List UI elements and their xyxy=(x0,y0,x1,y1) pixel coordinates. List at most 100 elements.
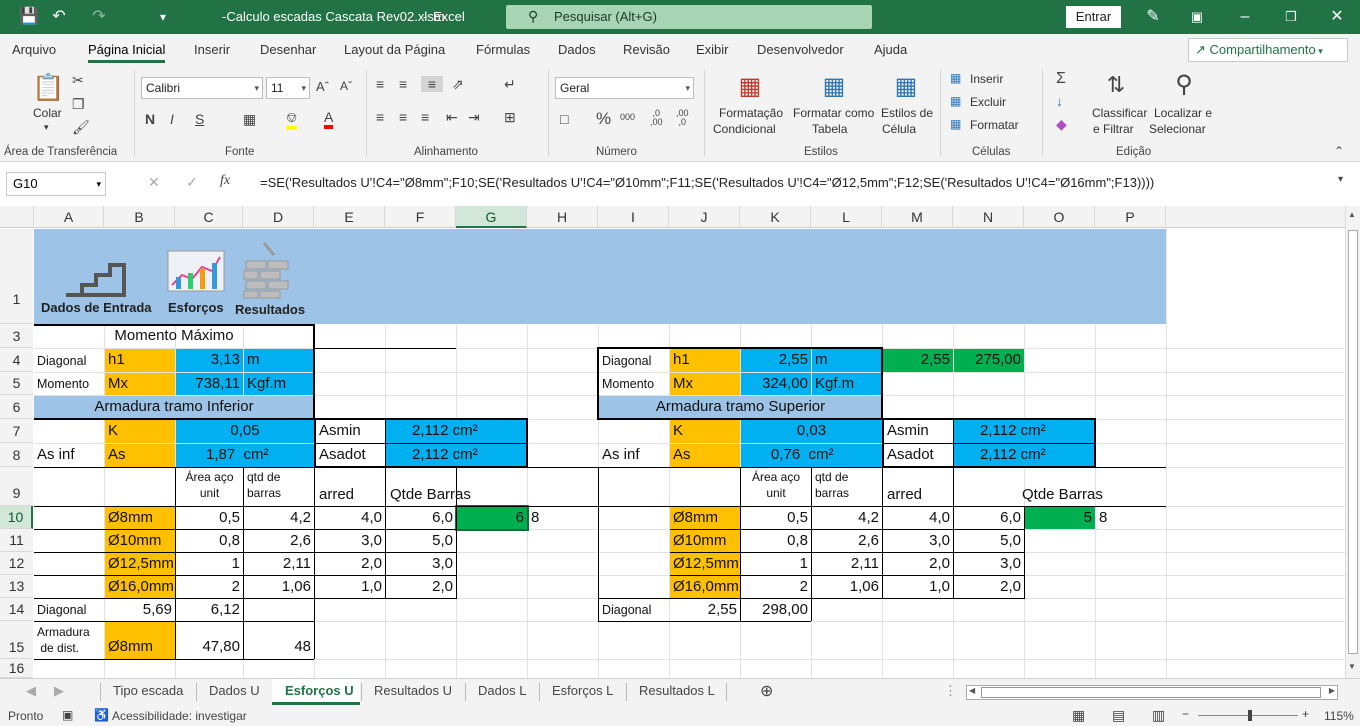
cell-m9[interactable]: arred xyxy=(884,484,953,506)
table-cell-m12[interactable]: 2,0 xyxy=(883,553,953,575)
format-painter-icon[interactable]: 🖌 xyxy=(72,119,90,136)
delete-cells-icon[interactable]: ▦ xyxy=(950,94,961,108)
redo-icon[interactable]: ↷ xyxy=(88,6,110,28)
italic-icon[interactable]: I xyxy=(170,111,174,127)
cell-i8[interactable]: As inf xyxy=(599,444,669,466)
col-header-i[interactable]: I xyxy=(598,206,669,228)
paste-label[interactable]: Colar xyxy=(33,106,62,120)
minimize-icon[interactable]: – xyxy=(1234,6,1256,28)
align-top-icon[interactable]: ≡ xyxy=(376,76,384,92)
table-cell-n11[interactable]: 5,0 xyxy=(954,530,1024,552)
number-format-dropdown[interactable]: Geral ▾ xyxy=(555,77,694,99)
cell-l9[interactable]: qtd de barras xyxy=(812,469,882,501)
close-icon[interactable]: ✕ xyxy=(1326,6,1348,28)
format-table-icon[interactable]: ▦ xyxy=(818,72,850,102)
tab-arquivo[interactable]: Arquivo xyxy=(12,42,56,57)
align-center-icon[interactable]: ≡ xyxy=(399,109,407,125)
stairs-icon[interactable] xyxy=(62,253,130,299)
find-icon[interactable]: ⚲ xyxy=(1168,70,1200,100)
table-cell-f13[interactable]: 2,0 xyxy=(386,576,456,598)
wrap-text-icon[interactable]: ↵ xyxy=(504,76,516,93)
table-cell-m11[interactable]: 3,0 xyxy=(883,530,953,552)
row-header-5[interactable]: 5 xyxy=(0,372,33,395)
table-cell-n13[interactable]: 2,0 xyxy=(954,576,1024,598)
fill-icon[interactable]: ↓ xyxy=(1056,93,1063,109)
insert-cells-button[interactable]: Inserir xyxy=(970,72,1003,86)
increase-font-icon[interactable]: Aˆ xyxy=(316,79,329,94)
table-cell-l12[interactable]: 2,11 xyxy=(812,553,882,575)
accessibility-icon[interactable]: ♿ xyxy=(94,708,109,722)
accessibility-status[interactable]: Acessibilidade: investigar xyxy=(112,709,247,723)
table-cell-d13[interactable]: 1,06 xyxy=(244,576,314,598)
brick-wall-icon[interactable] xyxy=(242,241,292,299)
cell-d15[interactable]: 48 xyxy=(244,622,314,672)
table-cell-d10[interactable]: 4,2 xyxy=(244,507,314,529)
undo-icon[interactable]: ↶ xyxy=(48,6,70,28)
align-middle-icon[interactable]: ≡ xyxy=(399,76,407,92)
table-cell-k12[interactable]: 1 xyxy=(741,553,811,575)
col-header-b[interactable]: B xyxy=(104,206,175,228)
col-header-n[interactable]: N xyxy=(953,206,1024,228)
search-box[interactable]: ⚲ Pesquisar (Alt+G) xyxy=(506,5,872,29)
scroll-right-icon[interactable]: ▶ xyxy=(1329,686,1335,695)
percent-icon[interactable]: % xyxy=(596,109,611,129)
table-cell-b12[interactable]: Ø12,5mm xyxy=(105,553,175,575)
tab-revisao[interactable]: Revisão xyxy=(623,42,670,57)
orientation-icon[interactable]: ⇗ xyxy=(452,76,464,93)
row-header-3[interactable]: 3 xyxy=(0,324,33,348)
next-sheet-icon[interactable]: ▶ xyxy=(54,683,64,699)
cell-c14[interactable]: 6,12 xyxy=(176,599,243,621)
sheet-tab-resultados-l[interactable]: Resultados L xyxy=(639,683,715,698)
tab-desenhar[interactable]: Desenhar xyxy=(260,42,316,57)
row-header-14[interactable]: 14 xyxy=(0,598,33,621)
cell-c7[interactable]: 0,05 xyxy=(176,420,314,443)
decrease-font-icon[interactable]: Aˇ xyxy=(340,79,352,93)
zoom-in-icon[interactable]: + xyxy=(1302,707,1309,721)
page-break-icon[interactable]: ▥ xyxy=(1152,707,1165,724)
table-cell-e13[interactable]: 1,0 xyxy=(315,576,385,598)
table-cell-o10[interactable]: 5 xyxy=(1025,507,1095,529)
table-cell-e12[interactable]: 2,0 xyxy=(315,553,385,575)
increase-decimal-icon[interactable]: ,0,00 xyxy=(650,109,663,127)
col-header-c[interactable]: C xyxy=(175,206,243,228)
align-left-icon[interactable]: ≡ xyxy=(376,109,384,125)
collapse-ribbon-icon[interactable]: ⌃ xyxy=(1334,144,1344,158)
table-cell-d11[interactable]: 2,6 xyxy=(244,530,314,552)
table-cell-j11[interactable]: Ø10mm xyxy=(670,530,740,552)
clear-icon[interactable]: ◆ xyxy=(1056,116,1067,133)
font-name-dropdown[interactable]: Calibri ▾ xyxy=(141,77,263,99)
row-header-16[interactable]: 16 xyxy=(0,659,33,678)
table-cell-e10[interactable]: 4,0 xyxy=(315,507,385,529)
table-cell-m13[interactable]: 1,0 xyxy=(883,576,953,598)
table-cell-c12[interactable]: 1 xyxy=(176,553,243,575)
table-cell-h10[interactable]: 8 xyxy=(528,507,598,529)
decrease-decimal-icon[interactable]: ,00,0 xyxy=(676,109,689,127)
save-icon[interactable]: 💾 xyxy=(18,6,40,28)
scroll-up-icon[interactable]: ▲ xyxy=(1348,210,1356,219)
macro-record-icon[interactable]: ▣ xyxy=(62,708,73,722)
cell-d9[interactable]: qtd de barras xyxy=(244,469,314,501)
chart-icon[interactable] xyxy=(166,249,226,295)
restore-icon[interactable]: ❐ xyxy=(1280,6,1302,28)
table-cell-k11[interactable]: 0,8 xyxy=(741,530,811,552)
col-header-k[interactable]: K xyxy=(740,206,811,228)
cell-styles-icon[interactable]: ▦ xyxy=(890,72,922,102)
normal-view-icon[interactable]: ▦ xyxy=(1072,707,1085,724)
sheet-tab-esforcos-l[interactable]: Esforços L xyxy=(552,683,613,698)
table-cell-m10[interactable]: 4,0 xyxy=(883,507,953,529)
sheet-tab-dados-l[interactable]: Dados L xyxy=(478,683,526,698)
col-header-a[interactable]: A xyxy=(34,206,104,228)
table-cell-k10[interactable]: 0,5 xyxy=(741,507,811,529)
copy-icon[interactable]: ❐ xyxy=(72,96,85,113)
tab-ajuda[interactable]: Ajuda xyxy=(874,42,907,57)
increase-indent-icon[interactable]: ⇥ xyxy=(468,109,480,126)
prev-sheet-icon[interactable]: ◀ xyxy=(26,683,36,699)
col-header-h[interactable]: H xyxy=(527,206,598,228)
table-cell-g10-selected[interactable]: 6 xyxy=(455,505,529,531)
expand-formula-icon[interactable]: ▾ xyxy=(1338,174,1343,185)
col-header-d[interactable]: D xyxy=(243,206,314,228)
sort-filter-icon[interactable]: ⇅ xyxy=(1100,72,1132,102)
table-cell-b11[interactable]: Ø10mm xyxy=(105,530,175,552)
ribbon-display-icon[interactable]: ▣ xyxy=(1186,6,1208,28)
table-cell-j12[interactable]: Ø12,5mm xyxy=(670,553,740,575)
